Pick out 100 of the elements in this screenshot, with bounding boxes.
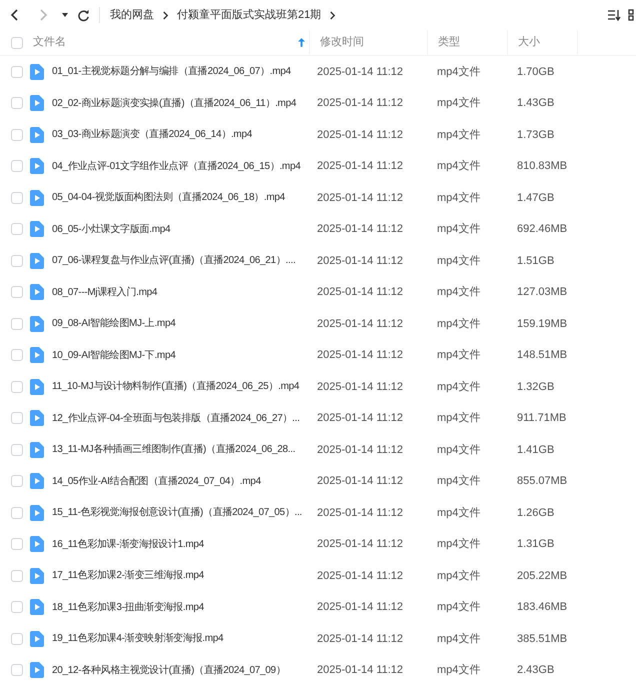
row-checkbox[interactable]	[10, 538, 22, 550]
file-size: 2.43GB	[517, 664, 554, 676]
column-header-cell[interactable]: 类型	[428, 30, 508, 55]
video-file-icon	[30, 221, 44, 238]
row-checkbox[interactable]	[10, 223, 22, 236]
file-name: 14_05作业-AI结合配图（直播2024_07_04）.mp4	[52, 476, 261, 487]
row-checkbox[interactable]	[10, 286, 22, 298]
file-name: 17_11色彩加课2-渐变三维海报.mp4	[52, 570, 204, 582]
column-header-cell[interactable]: 大小	[508, 30, 578, 55]
sort-icon[interactable]	[607, 9, 621, 21]
file-name: 10_09-AI智能绘图MJ-下.mp4	[52, 350, 176, 361]
row-checkbox[interactable]	[10, 349, 22, 362]
file-type: mp4文件	[437, 349, 480, 361]
file-size: 385.51MB	[517, 632, 568, 644]
file-name: 02_02-商业标题演变实操(直播)（直播2024_06_11）.mp4	[52, 98, 296, 109]
video-file-icon	[30, 410, 44, 426]
video-file-icon	[30, 536, 44, 552]
file-name: 01_01-主视觉标题分解与编排（直播2024_06_07）.mp4	[52, 66, 291, 78]
file-type: mp4文件	[437, 192, 480, 204]
breadcrumb-link[interactable]: 我的网盘	[110, 6, 154, 24]
row-checkbox[interactable]	[10, 506, 22, 519]
file-size: 205.22MB	[517, 570, 568, 582]
row-checkbox[interactable]	[10, 570, 22, 582]
modified-time: 2025-01-14 11:12	[317, 66, 404, 78]
modified-time: 2025-01-14 11:12	[317, 506, 404, 518]
row-checkbox[interactable]	[10, 444, 22, 456]
modified-time: 2025-01-14 11:12	[317, 318, 404, 330]
file-name: 12_作业点评-04-全班面与包装排版（直播2024_06_27）...	[52, 412, 300, 424]
modified-time: 2025-01-14 11:12	[317, 192, 404, 204]
modified-time: 2025-01-14 11:12	[317, 412, 404, 424]
file-name: 09_08-AI智能绘图MJ-上.mp4	[52, 318, 176, 330]
file-type: mp4文件	[437, 128, 480, 140]
row-checkbox[interactable]	[10, 664, 22, 676]
chevron-icon	[162, 10, 169, 20]
file-name: 08_07---Mj课程入门.mp4	[52, 286, 158, 298]
file-size: 127.03MB	[517, 286, 568, 298]
row-checkbox[interactable]	[10, 412, 22, 424]
file-name: 18_11色彩加课3-扭曲渐变海报.mp4	[52, 602, 204, 613]
row-checkbox[interactable]	[10, 601, 22, 614]
row-checkbox[interactable]	[10, 97, 22, 110]
modified-time: 2025-01-14 11:12	[317, 349, 404, 361]
modified-time: 2025-01-14 11:12	[317, 475, 404, 487]
file-type: mp4文件	[437, 160, 480, 172]
row-checkbox[interactable]	[10, 160, 22, 172]
modified-time: 2025-01-14 11:12	[317, 444, 404, 456]
row-checkbox[interactable]	[10, 66, 22, 78]
file-type: mp4文件	[437, 318, 480, 330]
file-size: 1.73GB	[517, 128, 554, 140]
modified-time: 2025-01-14 11:12	[317, 632, 404, 644]
row-checkbox[interactable]	[10, 380, 22, 393]
file-name: 13_11-MJ各种插画三维图制作(直播)（直播2024_06_28...	[52, 444, 296, 456]
file-type: mp4文件	[437, 601, 480, 613]
modified-time: 2025-01-14 11:12	[317, 254, 404, 266]
file-size: 148.51MB	[517, 349, 568, 361]
breadcrumb-link[interactable]: 付颍童平面版式实战班第21期	[177, 6, 322, 24]
file-type: mp4文件	[437, 66, 480, 78]
file-name: 04_作业点评-01文字组作业点评（直播2024_06_15）.mp4	[52, 160, 300, 172]
video-file-icon	[30, 599, 44, 616]
video-file-icon	[30, 504, 44, 521]
row-checkbox[interactable]	[10, 254, 22, 267]
file-type: mp4文件	[437, 412, 480, 424]
file-size: 1.43GB	[517, 97, 554, 109]
row-checkbox[interactable]	[10, 192, 22, 204]
modified-time: 2025-01-14 11:12	[317, 570, 404, 582]
column-header-cell[interactable]: 修改时间	[310, 30, 428, 55]
file-size: 1.41GB	[517, 444, 554, 456]
file-size: 692.46MB	[517, 223, 568, 235]
video-file-icon	[30, 662, 44, 678]
file-type: mp4文件	[437, 254, 480, 266]
file-type: mp4文件	[437, 570, 480, 582]
refresh-icon[interactable]	[77, 8, 90, 22]
row-checkbox[interactable]	[10, 632, 22, 645]
file-size: 810.83MB	[517, 160, 568, 172]
video-file-icon	[30, 95, 44, 112]
chevron-icon	[329, 10, 336, 20]
file-type: mp4文件	[437, 444, 480, 456]
file-name: 20_12-各种风格主视觉设计(直播)（直播2024_07_09）	[52, 664, 286, 676]
grid-view-icon[interactable]	[628, 9, 636, 21]
video-file-icon	[30, 158, 44, 174]
row-checkbox[interactable]	[10, 318, 22, 330]
modified-time: 2025-01-14 11:12	[317, 128, 404, 140]
file-type: mp4文件	[437, 97, 480, 109]
video-file-icon	[30, 473, 44, 490]
video-file-icon	[30, 64, 44, 80]
column-header-cell[interactable]: 文件名	[30, 30, 310, 55]
file-name: 16_11色彩加课-渐变海报设计1.mp4	[52, 538, 204, 550]
select-all-checkbox[interactable]	[10, 36, 22, 48]
file-size: 1.70GB	[517, 66, 554, 78]
file-type: mp4文件	[437, 286, 480, 298]
video-file-icon	[30, 316, 44, 332]
file-type: mp4文件	[437, 380, 480, 392]
row-checkbox[interactable]	[10, 128, 22, 141]
file-size: 855.07MB	[517, 475, 568, 487]
modified-time: 2025-01-14 11:12	[317, 538, 404, 550]
file-name: 06_05-小灶课文字版面.mp4	[52, 224, 170, 235]
modified-time: 2025-01-14 11:12	[317, 97, 404, 109]
dropdown-caret-icon[interactable]	[61, 11, 69, 19]
video-file-icon	[30, 630, 44, 647]
file-type: mp4文件	[437, 538, 480, 550]
row-checkbox[interactable]	[10, 475, 22, 488]
